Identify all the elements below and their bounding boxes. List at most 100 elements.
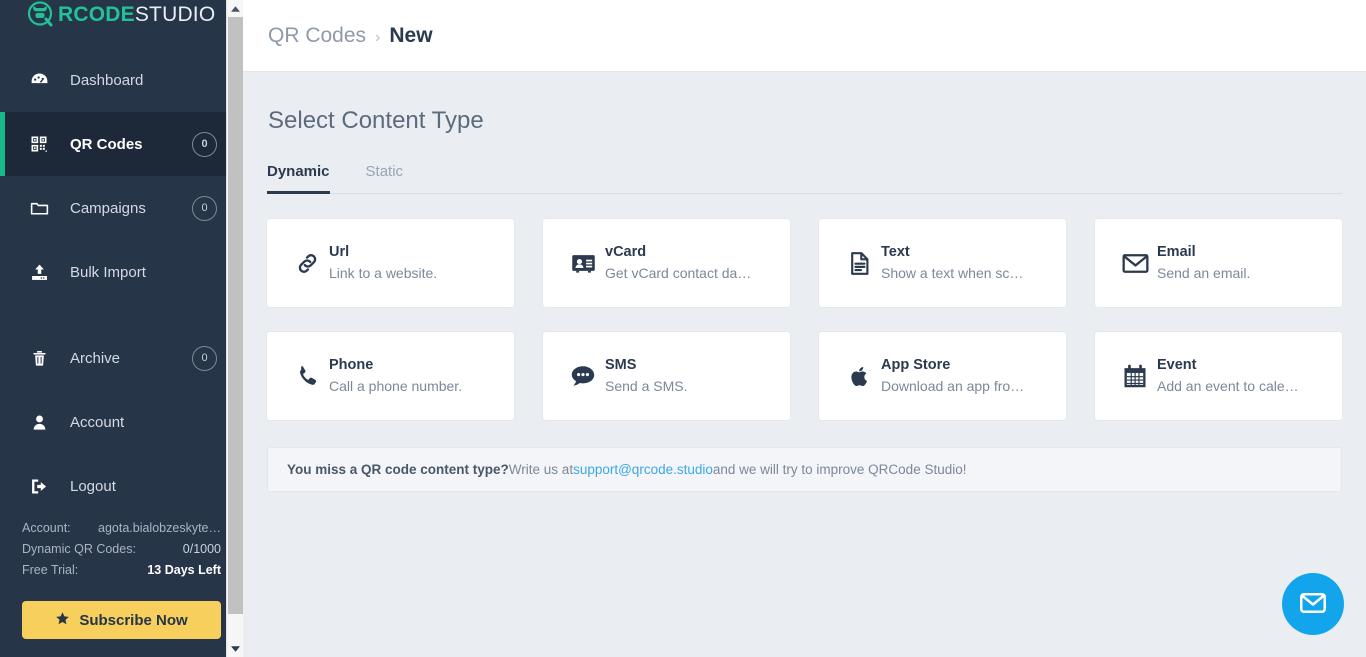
qr-logo-icon xyxy=(26,0,54,28)
subscribe-button[interactable]: Subscribe Now xyxy=(22,601,221,639)
account-row-trial: Free Trial: 13 Days Left xyxy=(22,560,221,581)
card-title: vCard xyxy=(605,242,751,262)
card-desc: Call a phone number. xyxy=(329,375,462,397)
top-bar: QR Codes › New xyxy=(243,0,1366,72)
sidebar-item-logout[interactable]: Logout xyxy=(0,454,243,518)
card-title: App Store xyxy=(881,355,1024,375)
envelope-icon xyxy=(1113,249,1157,278)
trial-value: 13 Days Left xyxy=(147,560,221,581)
content-type-card-url[interactable]: Url Link to a website. xyxy=(267,219,514,307)
chat-bubble-icon xyxy=(561,362,605,390)
sidebar-item-account[interactable]: Account xyxy=(0,390,243,454)
account-row-email: Account: agota.bialobzeskyte… xyxy=(22,518,221,539)
sidebar-item-qr-codes[interactable]: QR Codes 0 xyxy=(0,112,243,176)
sidebar-item-bulk-import[interactable]: Bulk Import xyxy=(0,240,243,304)
sidebar-badge-campaigns: 0 xyxy=(192,196,217,221)
card-title: Event xyxy=(1157,355,1299,375)
document-icon xyxy=(837,250,881,277)
card-title: Email xyxy=(1157,242,1250,262)
sidebar-item-label: Account xyxy=(70,414,243,431)
account-label: Account: xyxy=(22,518,71,539)
content-type-card-text[interactable]: Text Show a text when sc… xyxy=(819,219,1066,307)
envelope-chat-icon xyxy=(1298,588,1328,621)
upload-icon xyxy=(24,262,54,283)
brand-name: RCODESTUDIO xyxy=(58,4,215,25)
scrollbar-up-arrow[interactable] xyxy=(227,0,244,17)
phone-icon xyxy=(285,363,329,389)
card-title: Url xyxy=(329,242,437,262)
calendar-icon xyxy=(1113,362,1157,390)
content-type-card-email[interactable]: Email Send an email. xyxy=(1095,219,1342,307)
chat-support-button[interactable] xyxy=(1282,573,1344,635)
content-type-card-vcard[interactable]: vCard Get vCard contact da… xyxy=(543,219,790,307)
sidebar-item-archive[interactable]: Archive 0 xyxy=(0,326,243,390)
brand-name-bold: RCODE xyxy=(58,3,135,26)
sidebar-badge-archive: 0 xyxy=(192,346,217,371)
content-type-card-sms[interactable]: SMS Send a SMS. xyxy=(543,332,790,420)
content-type-grid: Url Link to a website. xyxy=(267,219,1342,420)
dashboard-icon xyxy=(24,70,54,91)
account-value: agota.bialobzeskyte… xyxy=(98,518,221,539)
contact-card-icon xyxy=(561,250,605,277)
brand-name-light: STUDIO xyxy=(135,3,216,26)
content-type-card-event[interactable]: Event Add an event to cale… xyxy=(1095,332,1342,420)
content-type-tabs: Dynamic Static xyxy=(267,163,1342,194)
card-desc: Add an event to cale… xyxy=(1157,375,1299,397)
account-summary: Account: agota.bialobzeskyte… Dynamic QR… xyxy=(0,518,243,639)
user-icon xyxy=(24,413,54,432)
tab-dynamic[interactable]: Dynamic xyxy=(267,163,330,193)
dynamic-value: 0/1000 xyxy=(183,539,221,560)
card-desc: Send a SMS. xyxy=(605,375,688,397)
sidebar-scrollbar[interactable] xyxy=(226,0,243,657)
sidebar-nav: Dashboard xyxy=(0,48,243,518)
card-desc: Link to a website. xyxy=(329,262,437,284)
folder-icon xyxy=(24,198,54,219)
card-desc: Download an app fro… xyxy=(881,375,1024,397)
app-root: RCODESTUDIO Dashboard xyxy=(0,0,1366,657)
sidebar-item-label: QR Codes xyxy=(70,136,192,153)
card-desc: Send an email. xyxy=(1157,262,1250,284)
card-title: Text xyxy=(881,242,1023,262)
tab-static[interactable]: Static xyxy=(366,163,404,193)
sidebar-item-label: Logout xyxy=(70,478,243,495)
support-email-link[interactable]: support@qrcode.studio xyxy=(573,462,713,477)
brand-logo[interactable]: RCODESTUDIO xyxy=(0,0,243,28)
logout-icon xyxy=(24,476,54,497)
notice-bold-text: You miss a QR code content type? xyxy=(287,462,509,477)
sidebar-item-label: Campaigns xyxy=(70,200,192,217)
qr-code-icon xyxy=(24,134,54,154)
main-content: QR Codes › New Select Content Type Dynamic… xyxy=(243,0,1366,657)
chevron-right-icon: › xyxy=(375,29,380,46)
notice-tail-text: and we will try to improve QRCode Studio… xyxy=(713,462,967,477)
page-title: Select Content Type xyxy=(268,107,1342,135)
scrollbar-thumb[interactable] xyxy=(228,17,243,614)
scrollbar-down-arrow[interactable] xyxy=(227,640,244,657)
star-icon xyxy=(55,611,70,630)
link-icon xyxy=(285,250,329,277)
breadcrumb-current: New xyxy=(389,24,432,47)
sidebar-item-campaigns[interactable]: Campaigns 0 xyxy=(0,176,243,240)
notice-mid-text: Write us at xyxy=(509,462,573,477)
feedback-notice: You miss a QR code content type? Write u… xyxy=(267,447,1342,492)
card-desc: Get vCard contact da… xyxy=(605,262,751,284)
sidebar-divider xyxy=(0,304,243,326)
sidebar-item-dashboard[interactable]: Dashboard xyxy=(0,48,243,112)
sidebar-item-label: Archive xyxy=(70,350,192,367)
sidebar-badge-qr-codes: 0 xyxy=(192,132,217,157)
content-type-card-app-store[interactable]: App Store Download an app fro… xyxy=(819,332,1066,420)
content-area: Select Content Type Dynamic Static Url xyxy=(243,72,1366,492)
dynamic-label: Dynamic QR Codes: xyxy=(22,539,136,560)
card-title: Phone xyxy=(329,355,462,375)
trial-label: Free Trial: xyxy=(22,560,78,581)
subscribe-label: Subscribe Now xyxy=(79,612,187,629)
card-title: SMS xyxy=(605,355,688,375)
content-type-card-phone[interactable]: Phone Call a phone number. xyxy=(267,332,514,420)
apple-icon xyxy=(837,363,881,390)
sidebar: RCODESTUDIO Dashboard xyxy=(0,0,243,657)
breadcrumb: QR Codes › New xyxy=(268,24,433,48)
sidebar-item-label: Dashboard xyxy=(70,72,243,89)
trash-icon xyxy=(24,349,54,368)
breadcrumb-parent[interactable]: QR Codes xyxy=(268,24,366,47)
sidebar-item-label: Bulk Import xyxy=(70,264,243,281)
card-desc: Show a text when sc… xyxy=(881,262,1023,284)
